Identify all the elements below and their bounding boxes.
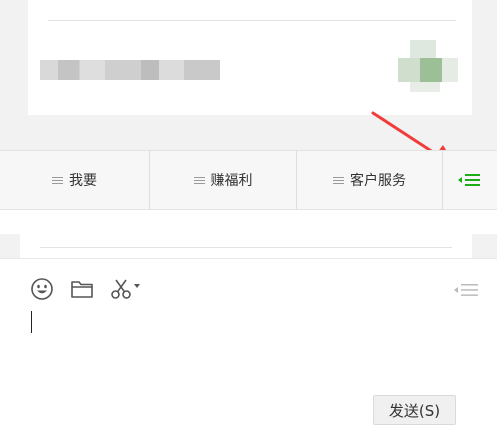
input-toolbar [30, 275, 157, 303]
menu-lines-icon [52, 175, 63, 186]
menu-item-3[interactable]: 客户服务 [297, 151, 443, 209]
menu-switch-button[interactable] [454, 283, 480, 301]
menu-item-2[interactable]: 赚福利 [150, 151, 297, 209]
menu-item-label: 客户服务 [350, 173, 406, 189]
menu-item-1[interactable]: 我要 [0, 151, 150, 209]
send-file-button[interactable] [70, 279, 94, 299]
custom-menu-bar: 我要 赚福利 客户服务 [0, 150, 497, 210]
emoji-icon [31, 278, 53, 300]
send-button[interactable]: 发送(S) [373, 395, 456, 425]
chat-history-lower [0, 234, 497, 258]
folder-icon [71, 281, 93, 298]
message-input-panel[interactable]: 发送(S) [0, 258, 497, 437]
emoji-button[interactable] [30, 277, 54, 301]
menu-lines-icon [193, 175, 205, 186]
menu-switch-icon [454, 284, 478, 296]
message-divider [40, 247, 452, 248]
dropdown-caret-icon[interactable] [133, 283, 141, 289]
message-card [20, 234, 472, 258]
separator-strip [0, 210, 497, 234]
screenshot-button[interactable] [110, 278, 141, 300]
text-cursor [31, 311, 32, 333]
keyboard-switch-icon [458, 174, 480, 186]
keyboard-switch-button[interactable] [443, 151, 497, 209]
screenshot-scissors-icon [111, 279, 131, 299]
menu-item-label: 我要 [69, 173, 97, 189]
menu-item-label: 赚福利 [210, 173, 253, 189]
menu-lines-icon [333, 175, 344, 186]
